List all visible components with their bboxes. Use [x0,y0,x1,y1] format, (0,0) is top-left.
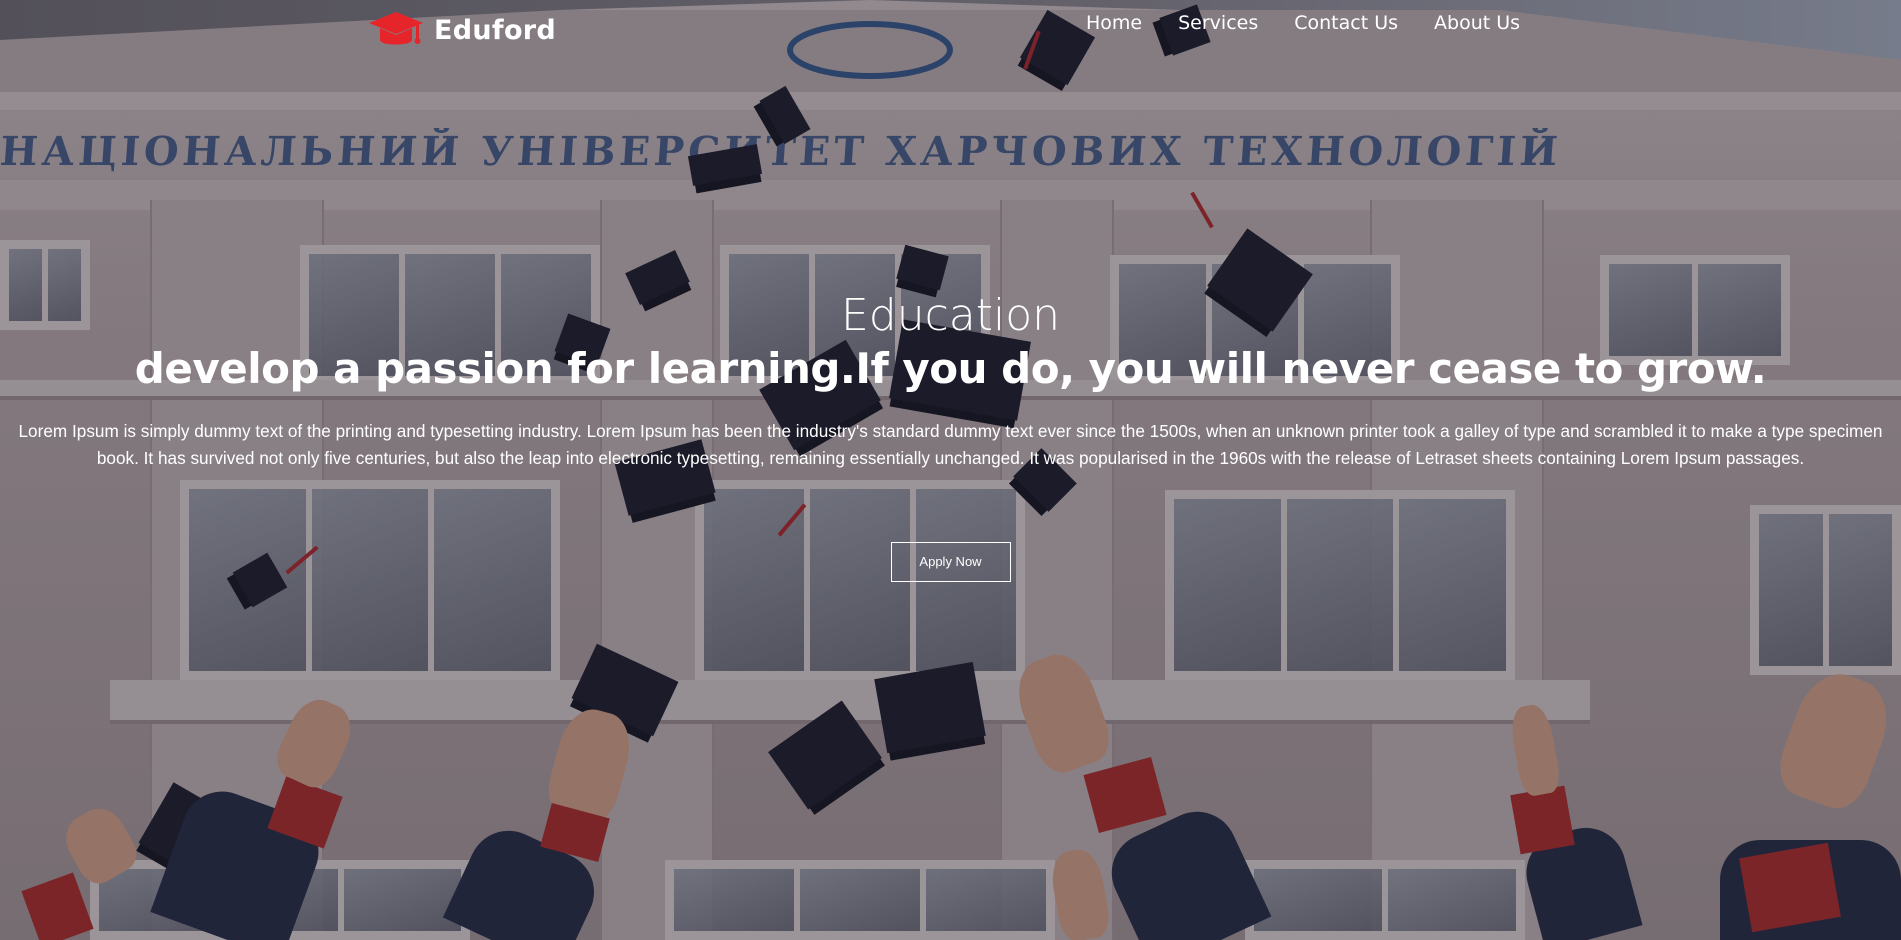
hero-description: Lorem Ipsum is simply dummy text of the … [18,421,1883,468]
top-navbar: Eduford Home Services Contact Us About U… [0,0,1901,56]
nav-link-about-us[interactable]: About Us [1434,8,1520,38]
nav-item-about-us: About Us [1434,8,1520,38]
hero-subtitle: develop a passion for learning.If you do… [134,344,1767,393]
nav-link-contact-us[interactable]: Contact Us [1294,8,1398,38]
nav-link-home[interactable]: Home [1086,8,1142,38]
nav-menu: Home Services Contact Us About Us [1086,8,1520,38]
hero-title: Education [840,290,1061,341]
graduation-cap-icon [369,12,423,45]
nav-item-contact-us: Contact Us [1294,8,1398,38]
nav-link-services[interactable]: Services [1178,8,1258,38]
brand-logo-link[interactable]: Eduford [368,10,556,50]
nav-item-home: Home [1086,8,1142,38]
brand-name: Eduford [434,14,557,46]
apply-now-button[interactable]: Apply Now [890,542,1011,582]
nav-item-services: Services [1178,8,1258,38]
hero-section: НАЦІОНАЛЬНИЙ УНІВЕРСИТЕТ ХАРЧОВИХ ТЕХНОЛ… [0,0,1901,940]
hero-content: Education develop a passion for learning… [0,290,1901,582]
